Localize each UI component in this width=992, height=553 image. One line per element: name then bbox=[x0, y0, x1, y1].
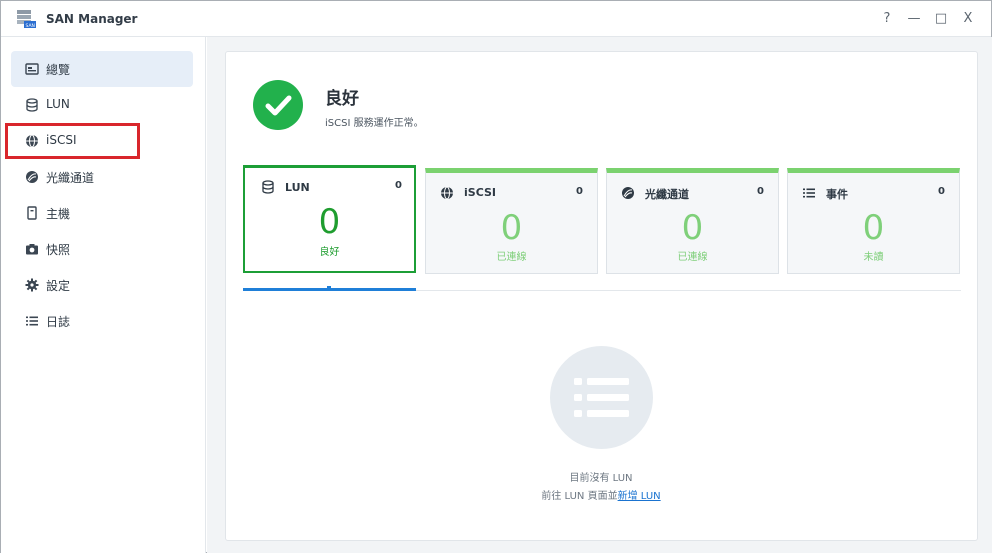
fibre-channel-icon bbox=[26, 171, 38, 183]
card-label: iSCSI bbox=[464, 186, 496, 199]
list-icon bbox=[574, 378, 629, 417]
host-icon bbox=[27, 206, 37, 220]
card-label: 光纖通道 bbox=[645, 188, 689, 201]
card-iscsi[interactable]: iSCSI 0 0 已連線 bbox=[425, 168, 598, 274]
card-count: 0 bbox=[938, 186, 945, 197]
title-bar: SAN SAN Manager ? — □ X bbox=[1, 1, 991, 37]
sidebar-item-label: 光纖通道 bbox=[46, 171, 95, 185]
sidebar-item-overview[interactable]: 總覽 bbox=[11, 51, 193, 87]
empty-state-hint-text: 前往 LUN 頁面並 bbox=[541, 491, 618, 502]
list-icon bbox=[803, 188, 815, 198]
close-button[interactable]: X bbox=[959, 10, 977, 28]
status-subtitle: iSCSI 服務運作正常。 bbox=[325, 118, 424, 129]
sidebar-item-label: 總覽 bbox=[46, 63, 71, 77]
app-title: SAN Manager bbox=[46, 12, 138, 26]
globe-icon bbox=[441, 186, 453, 200]
sidebar: 總覽 LUN iSCSI 光纖通道 主機 快照 設定 日誌 bbox=[1, 37, 206, 553]
status-ok-icon bbox=[253, 80, 303, 130]
card-status: 已連線 bbox=[496, 252, 527, 263]
card-fibre-channel[interactable]: 光纖通道 0 0 已連線 bbox=[606, 168, 779, 274]
sidebar-item-snapshot[interactable]: 快照 bbox=[11, 231, 193, 267]
card-count: 0 bbox=[757, 186, 764, 197]
tab-caret bbox=[327, 286, 331, 288]
card-value: 0 bbox=[318, 202, 341, 242]
sidebar-item-settings[interactable]: 設定 bbox=[11, 267, 193, 303]
sidebar-item-fibre-channel[interactable]: 光纖通道 bbox=[11, 159, 193, 195]
fibre-channel-icon bbox=[622, 187, 634, 199]
empty-state-icon bbox=[550, 346, 653, 449]
help-button[interactable]: ? bbox=[878, 10, 896, 28]
gear-icon bbox=[25, 278, 39, 292]
checkmark-icon bbox=[265, 95, 292, 116]
sidebar-item-lun[interactable]: LUN bbox=[11, 87, 193, 123]
card-events[interactable]: 事件 0 0 未讀 bbox=[787, 168, 960, 274]
sidebar-item-log[interactable]: 日誌 bbox=[11, 303, 193, 339]
minimize-button[interactable]: — bbox=[905, 10, 923, 28]
tab-active-indicator bbox=[243, 288, 416, 291]
card-value: 0 bbox=[862, 208, 885, 248]
sidebar-item-label: LUN bbox=[46, 97, 70, 111]
camera-icon bbox=[26, 244, 38, 255]
maximize-button[interactable]: □ bbox=[932, 10, 950, 28]
sidebar-item-label: 主機 bbox=[46, 207, 71, 221]
empty-state-hint: 前往 LUN 頁面並新增 LUN bbox=[451, 487, 751, 502]
card-lun[interactable]: LUN 0 0 良好 bbox=[243, 165, 416, 273]
card-value: 0 bbox=[500, 208, 523, 248]
san-manager-window: SAN SAN Manager ? — □ X 總覽 LUN iSCSI 光纖通… bbox=[0, 0, 992, 553]
card-status: 已連線 bbox=[677, 252, 708, 263]
card-status: 良好 bbox=[319, 247, 340, 258]
san-manager-app-icon: SAN bbox=[17, 10, 36, 29]
card-value: 0 bbox=[681, 208, 704, 248]
svg-text:SAN: SAN bbox=[26, 23, 35, 29]
create-lun-link[interactable]: 新增 LUN bbox=[618, 491, 661, 502]
highlight-box bbox=[5, 123, 140, 159]
card-count: 0 bbox=[395, 180, 402, 191]
sidebar-item-label: 設定 bbox=[46, 279, 71, 293]
card-label: LUN bbox=[285, 181, 310, 194]
card-label: 事件 bbox=[826, 188, 848, 201]
card-status: 未讀 bbox=[863, 252, 884, 263]
lun-icon bbox=[26, 98, 38, 112]
overview-icon bbox=[25, 63, 39, 75]
sidebar-item-label: 日誌 bbox=[46, 315, 71, 329]
sidebar-item-host[interactable]: 主機 bbox=[11, 195, 193, 231]
lun-icon bbox=[262, 180, 274, 194]
status-title: 良好 bbox=[325, 89, 359, 109]
card-count: 0 bbox=[576, 186, 583, 197]
list-icon bbox=[26, 316, 38, 326]
sidebar-item-label: 快照 bbox=[46, 243, 71, 257]
empty-state-message: 目前沒有 LUN bbox=[569, 473, 633, 484]
